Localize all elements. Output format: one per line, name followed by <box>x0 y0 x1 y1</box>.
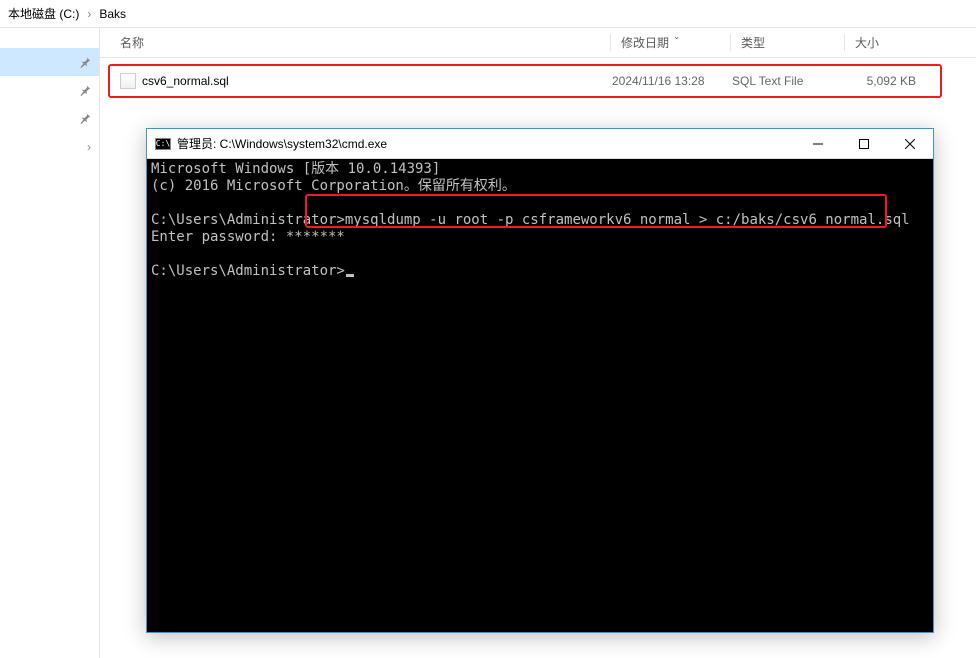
quick-access-item[interactable]: › <box>0 132 99 162</box>
chevron-right-icon: › <box>87 7 91 21</box>
highlighted-file-row: csv6_normal.sql 2024/11/16 13:28 SQL Tex… <box>108 64 942 98</box>
cmd-prompt: C:\Users\Administrator> <box>151 212 345 228</box>
cmd-masked-password: ******* <box>286 229 345 245</box>
file-size: 5,092 KB <box>836 74 916 88</box>
pin-icon <box>79 56 91 68</box>
column-header-name[interactable]: 名称 <box>120 34 610 51</box>
breadcrumb[interactable]: 本地磁盘 (C:) › Baks <box>0 0 976 28</box>
cmd-title-prefix: 管理员: <box>177 137 220 151</box>
column-header-date-label: 修改日期 <box>621 36 669 50</box>
file-name: csv6_normal.sql <box>142 74 229 88</box>
pin-icon <box>79 112 91 124</box>
breadcrumb-item-drive[interactable]: 本地磁盘 (C:) <box>8 5 79 22</box>
sidebar: › <box>0 28 100 658</box>
file-icon <box>120 73 136 89</box>
cmd-line-version: Microsoft Windows [版本 10.0.14393] <box>151 161 440 177</box>
cmd-body[interactable]: Microsoft Windows [版本 10.0.14393] (c) 20… <box>147 159 933 632</box>
maximize-button[interactable] <box>841 129 887 159</box>
quick-access-item[interactable] <box>0 76 99 104</box>
pin-icon <box>79 84 91 96</box>
cmd-title: 管理员: C:\Windows\system32\cmd.exe <box>177 135 795 152</box>
breadcrumb-item-folder[interactable]: Baks <box>99 7 126 21</box>
cmd-icon: C:\ <box>155 138 171 150</box>
cmd-command: mysqldump -u root -p csframeworkv6_norma… <box>345 212 910 228</box>
cursor-icon <box>346 274 354 277</box>
cmd-prompt: C:\Users\Administrator> <box>151 263 345 279</box>
column-header-type[interactable]: 类型 <box>730 34 844 51</box>
cmd-line-copyright: (c) 2016 Microsoft Corporation。保留所有权利。 <box>151 178 516 194</box>
file-list-area: 名称 修改日期 ⌄ 类型 大小 csv6_normal.sql 2024/11/… <box>100 28 976 658</box>
column-headers: 名称 修改日期 ⌄ 类型 大小 <box>100 28 976 58</box>
quick-access-item[interactable] <box>0 104 99 132</box>
minimize-button[interactable] <box>795 129 841 159</box>
column-header-date[interactable]: 修改日期 ⌄ <box>610 34 730 51</box>
quick-access-item[interactable] <box>0 48 99 76</box>
sort-caret-icon: ⌄ <box>673 32 680 41</box>
file-type: SQL Text File <box>722 74 836 88</box>
file-date: 2024/11/16 13:28 <box>602 74 722 88</box>
file-row[interactable]: csv6_normal.sql 2024/11/16 13:28 SQL Tex… <box>110 69 940 93</box>
column-header-size[interactable]: 大小 <box>844 34 924 51</box>
cmd-window[interactable]: C:\ 管理员: C:\Windows\system32\cmd.exe Mic… <box>146 128 934 633</box>
close-button[interactable] <box>887 129 933 159</box>
chevron-right-icon: › <box>87 140 91 154</box>
cmd-enter-password-label: Enter password: <box>151 229 286 245</box>
cmd-titlebar[interactable]: C:\ 管理员: C:\Windows\system32\cmd.exe <box>147 129 933 159</box>
cmd-title-path: C:\Windows\system32\cmd.exe <box>220 137 387 151</box>
